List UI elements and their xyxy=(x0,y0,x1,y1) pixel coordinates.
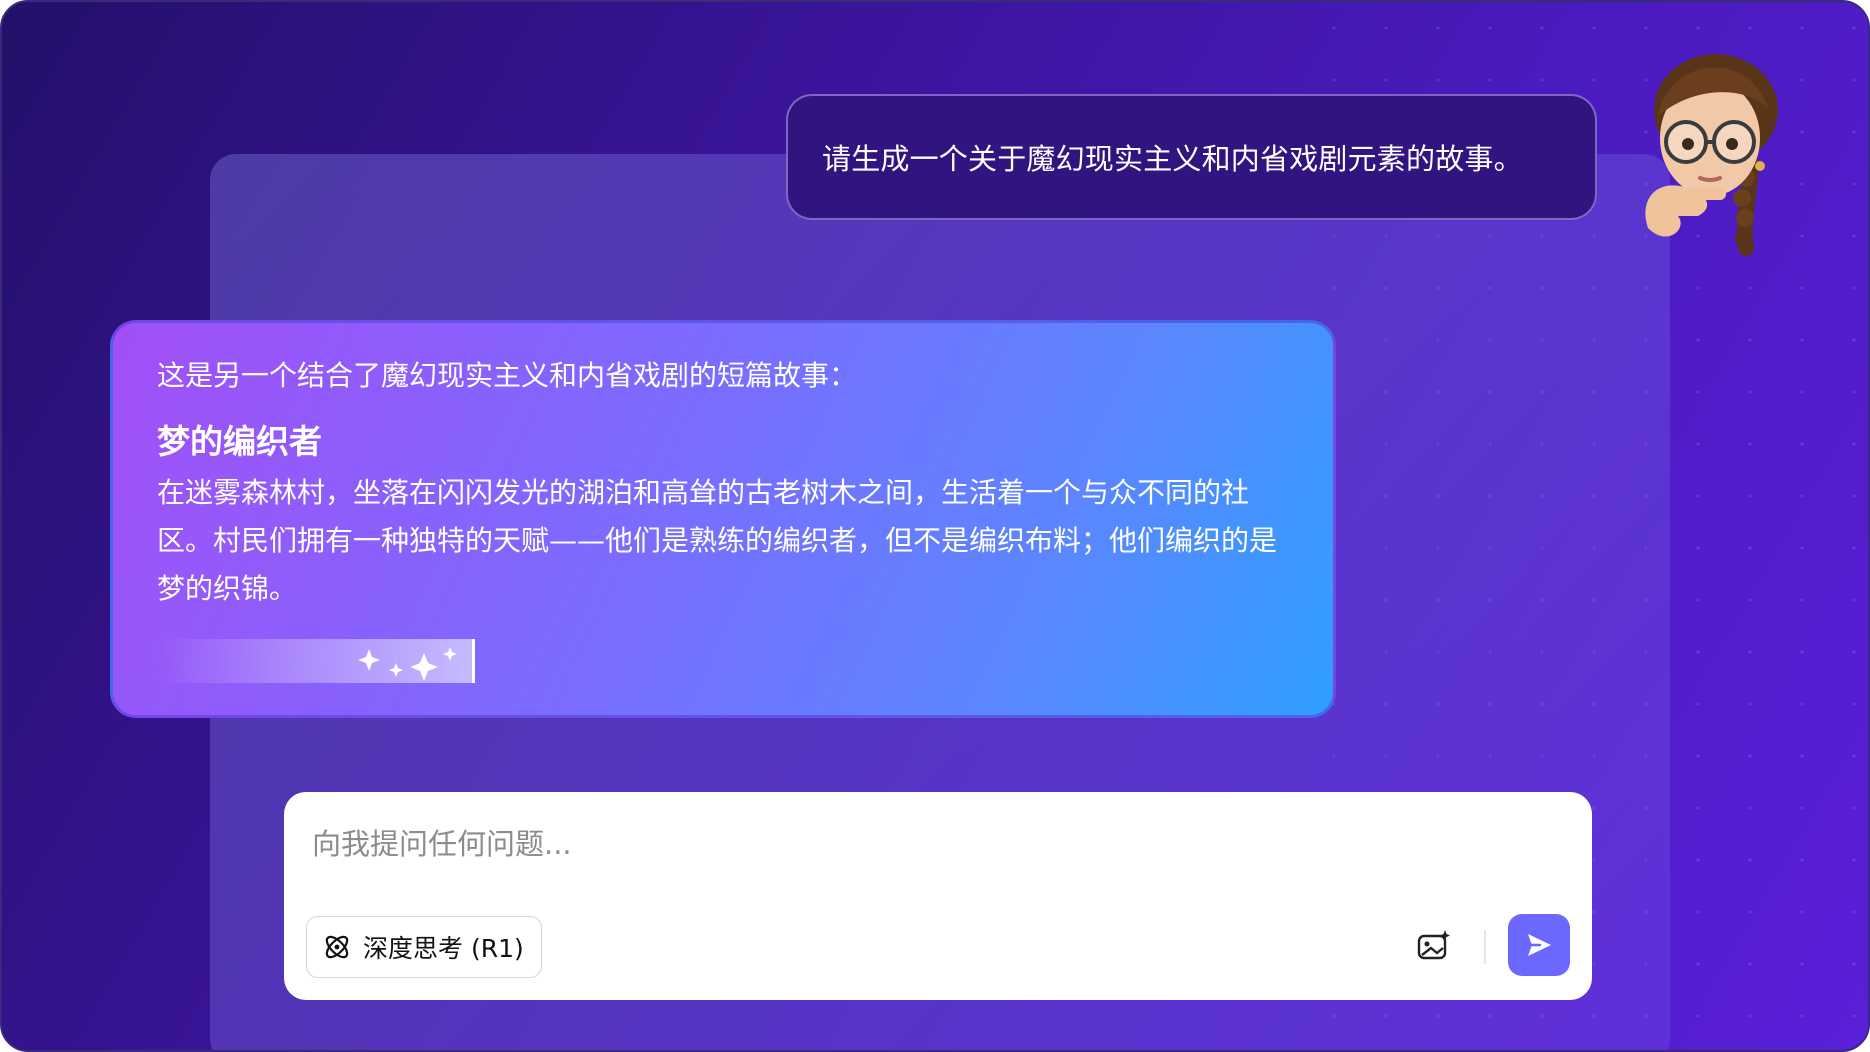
story-title: 梦的编织者 xyxy=(157,422,322,461)
app-window: 请生成一个关于魔幻现实主义和内省戏剧元素的故事。 这是另一个结合了魔幻现实主义和… xyxy=(0,0,1870,1052)
story-body: 在迷雾森林村，坐落在闪闪发光的湖泊和高耸的古老树木之间，生活着一个与众不同的社区… xyxy=(157,476,1278,605)
image-sparkle-icon xyxy=(1417,930,1450,960)
user-message-bubble: 请生成一个关于魔幻现实主义和内省戏剧元素的故事。 xyxy=(786,94,1597,220)
message-composer: 深度思考 (R1) xyxy=(284,792,1592,1000)
sparkles-icon xyxy=(358,647,457,681)
send-icon xyxy=(1528,934,1551,956)
assistant-message-card: 这是另一个结合了魔幻现实主义和内省戏剧的短篇故事： 梦的编织者 在迷雾森林村，坐… xyxy=(110,320,1336,718)
chat-input[interactable] xyxy=(312,814,1552,874)
image-upload-button[interactable] xyxy=(1412,924,1456,968)
generating-indicator xyxy=(157,639,475,683)
user-avatar xyxy=(1628,38,1808,278)
send-button[interactable] xyxy=(1508,914,1570,976)
deep-think-toggle[interactable]: 深度思考 (R1) xyxy=(306,916,542,978)
user-message-text: 请生成一个关于魔幻现实主义和内省戏剧元素的故事。 xyxy=(822,142,1523,176)
deep-think-label: 深度思考 (R1) xyxy=(363,934,524,963)
assistant-intro-text: 这是另一个结合了魔幻现实主义和内省戏剧的短篇故事： xyxy=(157,359,858,392)
composer-divider xyxy=(1484,930,1486,964)
atom-icon xyxy=(325,935,349,959)
